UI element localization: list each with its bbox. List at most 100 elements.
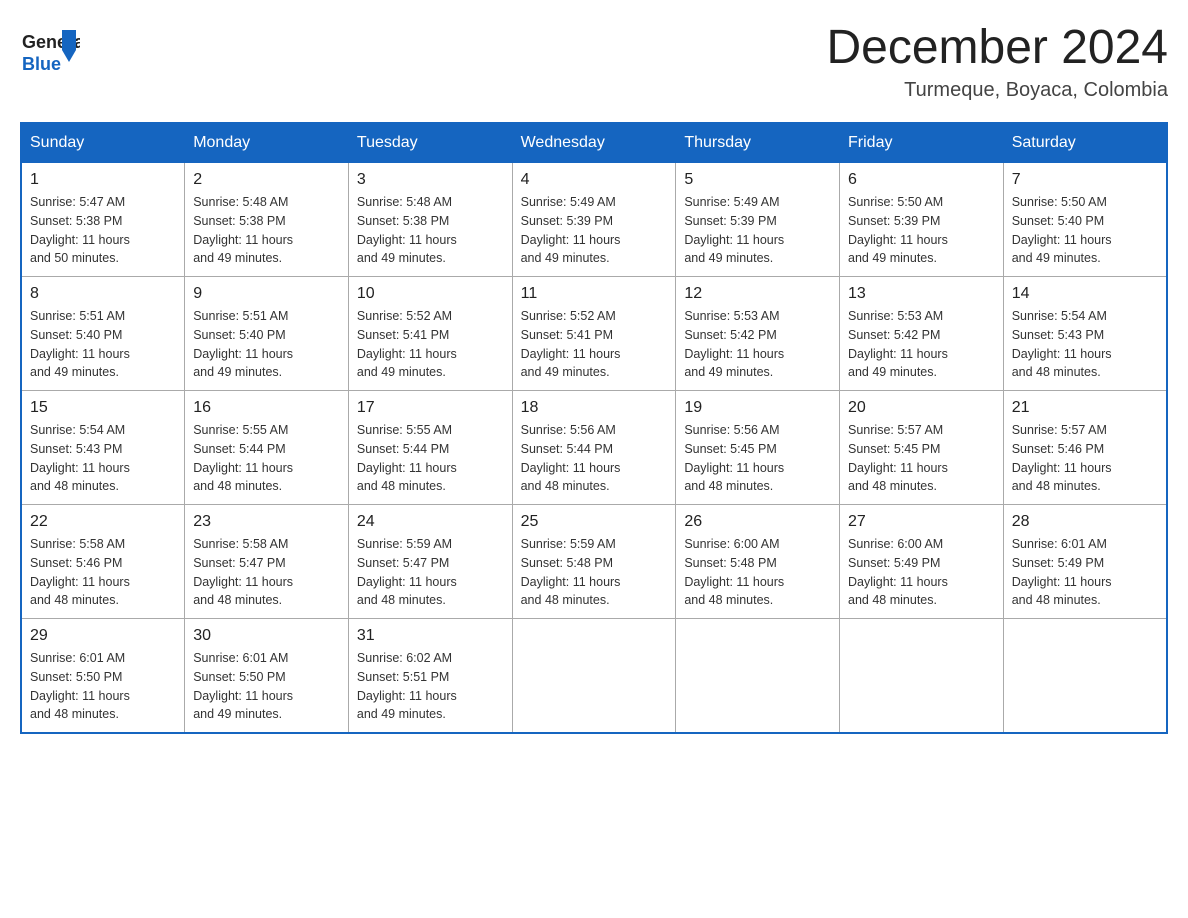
day-cell: 7 Sunrise: 5:50 AM Sunset: 5:40 PM Dayli…: [1003, 163, 1167, 277]
day-cell: [676, 619, 840, 734]
day-info: Sunrise: 5:55 AM Sunset: 5:44 PM Dayligh…: [357, 421, 504, 496]
day-number: 22: [30, 513, 176, 531]
day-number: 27: [848, 513, 995, 531]
day-info: Sunrise: 6:01 AM Sunset: 5:50 PM Dayligh…: [193, 649, 340, 724]
day-info: Sunrise: 5:49 AM Sunset: 5:39 PM Dayligh…: [684, 193, 831, 268]
day-number: 19: [684, 399, 831, 417]
day-info: Sunrise: 5:58 AM Sunset: 5:47 PM Dayligh…: [193, 535, 340, 610]
day-number: 3: [357, 171, 504, 189]
day-number: 5: [684, 171, 831, 189]
day-cell: 29 Sunrise: 6:01 AM Sunset: 5:50 PM Dayl…: [21, 619, 185, 734]
day-cell: 18 Sunrise: 5:56 AM Sunset: 5:44 PM Dayl…: [512, 391, 676, 505]
day-number: 9: [193, 285, 340, 303]
day-info: Sunrise: 5:54 AM Sunset: 5:43 PM Dayligh…: [1012, 307, 1158, 382]
day-number: 6: [848, 171, 995, 189]
day-cell: 5 Sunrise: 5:49 AM Sunset: 5:39 PM Dayli…: [676, 163, 840, 277]
day-info: Sunrise: 5:59 AM Sunset: 5:47 PM Dayligh…: [357, 535, 504, 610]
day-number: 28: [1012, 513, 1158, 531]
week-row-4: 22 Sunrise: 5:58 AM Sunset: 5:46 PM Dayl…: [21, 505, 1167, 619]
day-cell: 28 Sunrise: 6:01 AM Sunset: 5:49 PM Dayl…: [1003, 505, 1167, 619]
week-row-2: 8 Sunrise: 5:51 AM Sunset: 5:40 PM Dayli…: [21, 277, 1167, 391]
day-cell: 15 Sunrise: 5:54 AM Sunset: 5:43 PM Dayl…: [21, 391, 185, 505]
day-cell: 16 Sunrise: 5:55 AM Sunset: 5:44 PM Dayl…: [185, 391, 349, 505]
day-cell: 11 Sunrise: 5:52 AM Sunset: 5:41 PM Dayl…: [512, 277, 676, 391]
day-info: Sunrise: 6:00 AM Sunset: 5:48 PM Dayligh…: [684, 535, 831, 610]
day-number: 1: [30, 171, 176, 189]
day-info: Sunrise: 5:54 AM Sunset: 5:43 PM Dayligh…: [30, 421, 176, 496]
logo: General Blue: [20, 20, 80, 85]
day-info: Sunrise: 5:52 AM Sunset: 5:41 PM Dayligh…: [521, 307, 668, 382]
location-title: Turmeque, Boyaca, Colombia: [826, 79, 1168, 102]
day-cell: 1 Sunrise: 5:47 AM Sunset: 5:38 PM Dayli…: [21, 163, 185, 277]
day-info: Sunrise: 5:55 AM Sunset: 5:44 PM Dayligh…: [193, 421, 340, 496]
day-cell: 31 Sunrise: 6:02 AM Sunset: 5:51 PM Dayl…: [348, 619, 512, 734]
day-cell: 24 Sunrise: 5:59 AM Sunset: 5:47 PM Dayl…: [348, 505, 512, 619]
day-info: Sunrise: 6:02 AM Sunset: 5:51 PM Dayligh…: [357, 649, 504, 724]
day-number: 12: [684, 285, 831, 303]
svg-text:Blue: Blue: [22, 54, 61, 74]
day-cell: 23 Sunrise: 5:58 AM Sunset: 5:47 PM Dayl…: [185, 505, 349, 619]
day-cell: 30 Sunrise: 6:01 AM Sunset: 5:50 PM Dayl…: [185, 619, 349, 734]
day-cell: [512, 619, 676, 734]
day-number: 17: [357, 399, 504, 417]
day-number: 20: [848, 399, 995, 417]
day-number: 18: [521, 399, 668, 417]
day-cell: 21 Sunrise: 5:57 AM Sunset: 5:46 PM Dayl…: [1003, 391, 1167, 505]
day-number: 29: [30, 627, 176, 645]
month-title: December 2024: [826, 20, 1168, 75]
day-cell: 27 Sunrise: 6:00 AM Sunset: 5:49 PM Dayl…: [840, 505, 1004, 619]
day-cell: 14 Sunrise: 5:54 AM Sunset: 5:43 PM Dayl…: [1003, 277, 1167, 391]
header-sunday: Sunday: [21, 123, 185, 163]
logo-icon: General Blue: [20, 20, 80, 85]
header-saturday: Saturday: [1003, 123, 1167, 163]
day-cell: [1003, 619, 1167, 734]
day-number: 23: [193, 513, 340, 531]
day-info: Sunrise: 5:57 AM Sunset: 5:46 PM Dayligh…: [1012, 421, 1158, 496]
day-cell: 19 Sunrise: 5:56 AM Sunset: 5:45 PM Dayl…: [676, 391, 840, 505]
day-number: 30: [193, 627, 340, 645]
day-info: Sunrise: 5:47 AM Sunset: 5:38 PM Dayligh…: [30, 193, 176, 268]
day-number: 14: [1012, 285, 1158, 303]
day-cell: 10 Sunrise: 5:52 AM Sunset: 5:41 PM Dayl…: [348, 277, 512, 391]
day-number: 11: [521, 285, 668, 303]
day-number: 13: [848, 285, 995, 303]
day-info: Sunrise: 5:57 AM Sunset: 5:45 PM Dayligh…: [848, 421, 995, 496]
header-thursday: Thursday: [676, 123, 840, 163]
day-info: Sunrise: 5:48 AM Sunset: 5:38 PM Dayligh…: [193, 193, 340, 268]
day-info: Sunrise: 5:59 AM Sunset: 5:48 PM Dayligh…: [521, 535, 668, 610]
day-number: 4: [521, 171, 668, 189]
day-cell: 6 Sunrise: 5:50 AM Sunset: 5:39 PM Dayli…: [840, 163, 1004, 277]
day-info: Sunrise: 5:56 AM Sunset: 5:44 PM Dayligh…: [521, 421, 668, 496]
header-wednesday: Wednesday: [512, 123, 676, 163]
day-number: 7: [1012, 171, 1158, 189]
day-info: Sunrise: 5:51 AM Sunset: 5:40 PM Dayligh…: [30, 307, 176, 382]
day-number: 2: [193, 171, 340, 189]
day-info: Sunrise: 5:52 AM Sunset: 5:41 PM Dayligh…: [357, 307, 504, 382]
day-number: 16: [193, 399, 340, 417]
day-cell: 9 Sunrise: 5:51 AM Sunset: 5:40 PM Dayli…: [185, 277, 349, 391]
day-cell: 22 Sunrise: 5:58 AM Sunset: 5:46 PM Dayl…: [21, 505, 185, 619]
week-row-5: 29 Sunrise: 6:01 AM Sunset: 5:50 PM Dayl…: [21, 619, 1167, 734]
day-number: 26: [684, 513, 831, 531]
calendar-table: SundayMondayTuesdayWednesdayThursdayFrid…: [20, 122, 1168, 734]
header-monday: Monday: [185, 123, 349, 163]
day-info: Sunrise: 5:49 AM Sunset: 5:39 PM Dayligh…: [521, 193, 668, 268]
day-info: Sunrise: 6:01 AM Sunset: 5:50 PM Dayligh…: [30, 649, 176, 724]
day-number: 31: [357, 627, 504, 645]
day-cell: 25 Sunrise: 5:59 AM Sunset: 5:48 PM Dayl…: [512, 505, 676, 619]
day-info: Sunrise: 5:56 AM Sunset: 5:45 PM Dayligh…: [684, 421, 831, 496]
day-number: 25: [521, 513, 668, 531]
day-cell: 3 Sunrise: 5:48 AM Sunset: 5:38 PM Dayli…: [348, 163, 512, 277]
day-info: Sunrise: 5:53 AM Sunset: 5:42 PM Dayligh…: [848, 307, 995, 382]
day-cell: 4 Sunrise: 5:49 AM Sunset: 5:39 PM Dayli…: [512, 163, 676, 277]
day-cell: 17 Sunrise: 5:55 AM Sunset: 5:44 PM Dayl…: [348, 391, 512, 505]
header-tuesday: Tuesday: [348, 123, 512, 163]
day-cell: [840, 619, 1004, 734]
day-info: Sunrise: 5:53 AM Sunset: 5:42 PM Dayligh…: [684, 307, 831, 382]
day-number: 10: [357, 285, 504, 303]
day-cell: 8 Sunrise: 5:51 AM Sunset: 5:40 PM Dayli…: [21, 277, 185, 391]
day-info: Sunrise: 5:50 AM Sunset: 5:40 PM Dayligh…: [1012, 193, 1158, 268]
day-info: Sunrise: 5:48 AM Sunset: 5:38 PM Dayligh…: [357, 193, 504, 268]
day-cell: 12 Sunrise: 5:53 AM Sunset: 5:42 PM Dayl…: [676, 277, 840, 391]
day-cell: 13 Sunrise: 5:53 AM Sunset: 5:42 PM Dayl…: [840, 277, 1004, 391]
